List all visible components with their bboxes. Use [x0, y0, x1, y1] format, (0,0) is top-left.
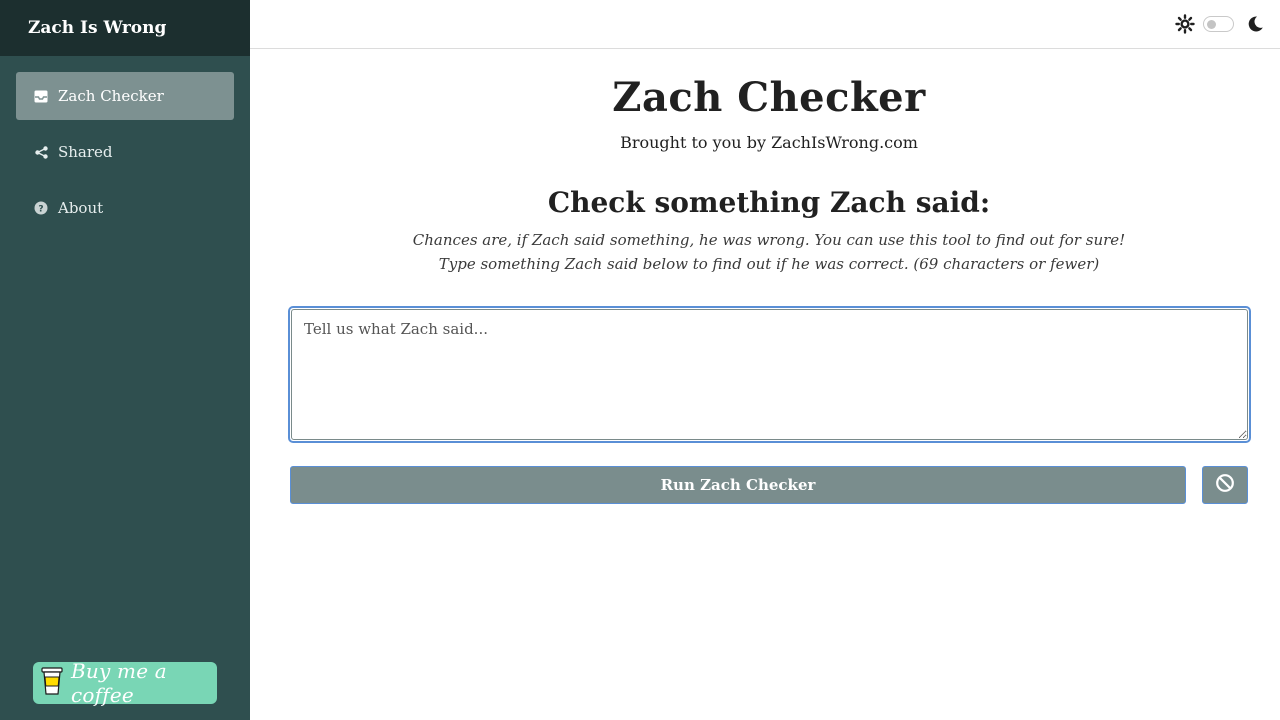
- brand-bar[interactable]: Zach Is Wrong: [0, 0, 250, 56]
- clear-button[interactable]: [1202, 466, 1248, 504]
- sidebar: Zach Is Wrong Zach Checker Shared ? Abou…: [0, 0, 250, 720]
- coffee-cup-icon: [41, 666, 63, 700]
- brand-title[interactable]: Zach Is Wrong: [28, 18, 166, 38]
- page-subtitle: Brought to you by ZachIsWrong.com: [620, 133, 918, 152]
- inbox-icon: [34, 89, 48, 103]
- sidebar-item-zach-checker[interactable]: Zach Checker: [16, 72, 234, 120]
- sidebar-item-label: Zach Checker: [58, 87, 164, 105]
- main-content: Zach Checker Brought to you by ZachIsWro…: [250, 49, 1280, 720]
- top-bar: [250, 0, 1280, 49]
- sidebar-item-about[interactable]: ? About: [16, 184, 234, 232]
- sidebar-nav: Zach Checker Shared ? About: [0, 56, 250, 232]
- buy-me-a-coffee-button[interactable]: Buy me a coffee: [33, 659, 217, 707]
- section-heading: Check something Zach said:: [547, 186, 991, 219]
- sun-icon[interactable]: [1175, 14, 1195, 38]
- svg-text:?: ?: [38, 205, 43, 215]
- run-checker-button[interactable]: Run Zach Checker: [290, 466, 1186, 504]
- sidebar-item-label: Shared: [58, 143, 113, 161]
- statement-input[interactable]: [291, 309, 1248, 440]
- sidebar-item-label: About: [58, 199, 104, 217]
- moon-icon[interactable]: [1246, 15, 1264, 37]
- share-icon: [34, 145, 48, 159]
- description-line-1: Chances are, if Zach said something, he …: [412, 231, 1126, 249]
- coffee-label: Buy me a coffee: [71, 659, 167, 707]
- description-line-2: Type something Zach said below to find o…: [438, 255, 1100, 273]
- block-icon: [1215, 473, 1235, 497]
- sidebar-item-shared[interactable]: Shared: [16, 128, 234, 176]
- page-title: Zach Checker: [612, 74, 926, 121]
- theme-toggle[interactable]: [1203, 16, 1234, 32]
- toggle-knob: [1207, 20, 1216, 29]
- statement-input-wrapper: [288, 306, 1251, 443]
- help-circle-icon: ?: [34, 201, 48, 215]
